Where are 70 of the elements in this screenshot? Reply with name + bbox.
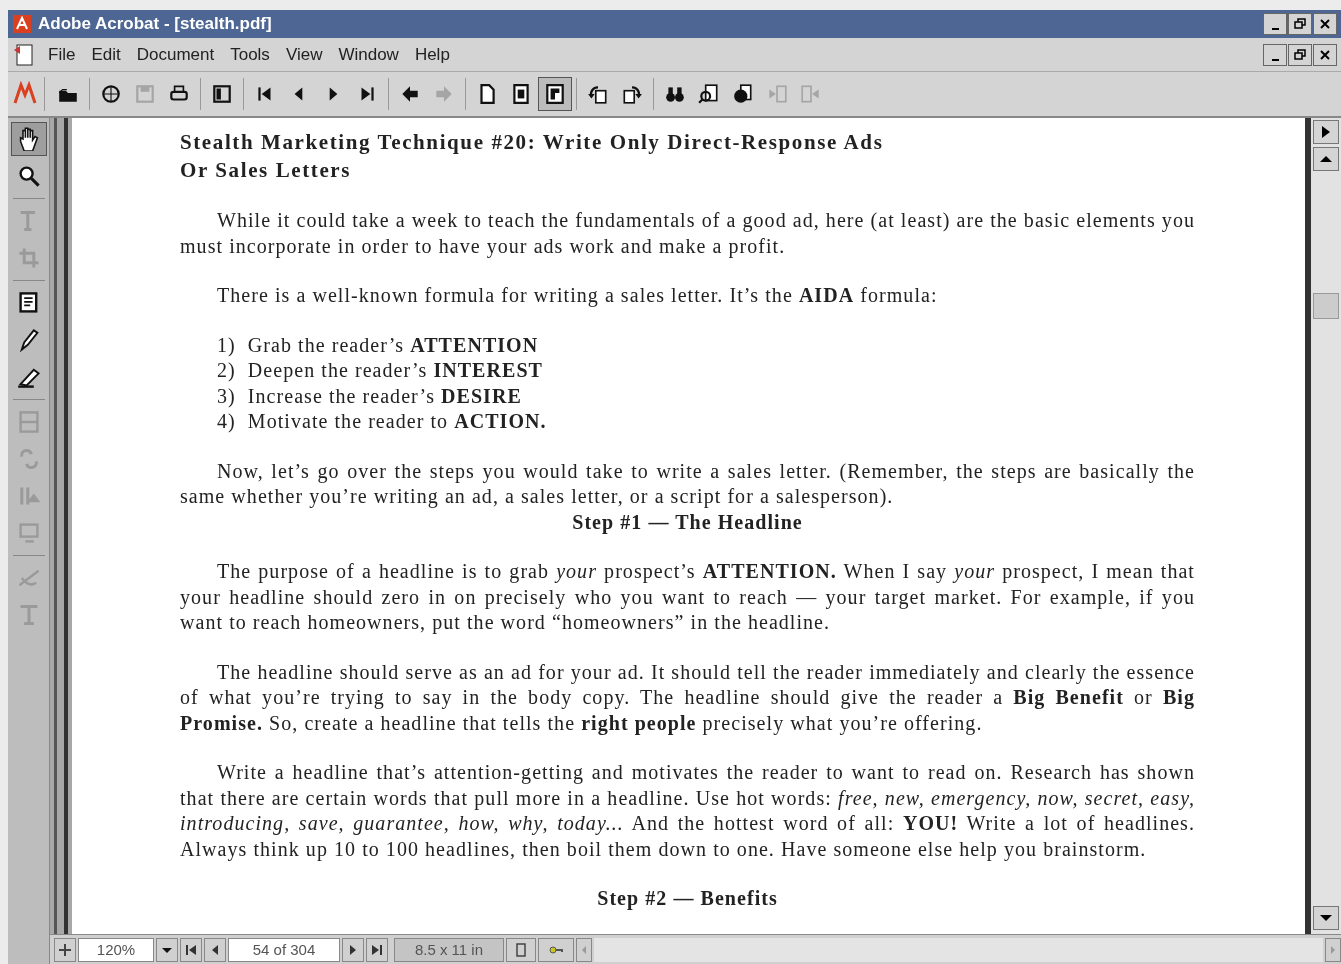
list-item: 1) Grab the reader’s ATTENTION	[217, 332, 540, 358]
restore-icon	[1293, 47, 1307, 62]
scroll-up-button[interactable]	[1313, 147, 1339, 171]
page-icon	[510, 83, 532, 105]
page-arrow-icon	[766, 83, 788, 105]
form-icon	[16, 410, 41, 434]
zoom-icon	[16, 164, 41, 188]
globe-icon	[100, 83, 122, 105]
menu-item[interactable]: View	[279, 41, 329, 68]
rotate-left-icon	[587, 83, 609, 105]
page-number-field[interactable]: 54 of 304	[228, 937, 340, 962]
paragraph: The headline should serve as an ad for your ad. It should tell the reader immediately and clearly the essence of what you’re trying to say in the body copy. The headline should give the reader a Big Benefit or Big Promise. So, create a headline that tells the right people precisely what you’re offering.	[180, 659, 1195, 736]
minimize-button[interactable]	[1263, 13, 1287, 35]
close-icon	[1318, 17, 1332, 31]
menu-item[interactable]: Help	[408, 41, 456, 68]
menu-item[interactable]: File	[42, 41, 82, 68]
first-page-icon	[184, 942, 198, 957]
minimize-icon	[1271, 58, 1279, 61]
zoom-dropdown-button[interactable]	[156, 937, 178, 962]
paragraph: The purpose of a headline is to grab your prospect’s ATTENTION. When I say your prospect, I mean that your headline should zero in on precisely who you want to reach — your target market. For example, if you want to reach homeowners, put the word “homeowners” in the headline.	[180, 559, 1195, 636]
scroll-down-button[interactable]	[1313, 906, 1339, 930]
previous-page-button[interactable]	[204, 937, 226, 962]
crop-icon	[16, 246, 41, 270]
split-arrow-button[interactable]	[1313, 120, 1339, 144]
menu-item[interactable]: Edit	[85, 41, 127, 68]
last-page-button[interactable]	[366, 937, 388, 962]
move-icon	[58, 942, 72, 957]
paragraph: Now, let’s go over the steps you would take to write a sales letter. (Remember, the steps are basically the same whether you’re writing an ad, a sales letter, or a script for a salesperson).	[180, 458, 1195, 510]
list-item: 4) Motivate the reader to ACTION.	[217, 409, 548, 434]
minimize-icon	[1271, 28, 1279, 30]
move-handle[interactable]	[54, 937, 76, 962]
list-item: 3) Increase the reader’s DESIRE	[217, 383, 523, 409]
page-layout-button[interactable]	[506, 937, 536, 962]
document-title: Stealth Marketing Technique #20: Write Only Direct-Response Ads	[180, 129, 885, 156]
close-icon	[1318, 47, 1332, 62]
next-page-button[interactable]	[342, 937, 364, 962]
last-page-icon	[370, 942, 384, 957]
close-button[interactable]	[1313, 13, 1337, 35]
menu-item[interactable]: Window	[332, 41, 405, 68]
rotate-right-icon	[621, 83, 643, 105]
tool-button[interactable]	[10, 122, 47, 156]
list-item: 2) Deepen the reader’s INTEREST	[217, 358, 544, 384]
panel-icon	[211, 83, 233, 105]
restore-button[interactable]	[1288, 43, 1312, 66]
scroll-thumb[interactable]	[1313, 293, 1339, 319]
down-triangle-icon	[1320, 914, 1332, 922]
page-icon	[544, 83, 566, 105]
close-button[interactable]	[1313, 43, 1337, 66]
search-document-icon	[698, 83, 720, 105]
menu-item[interactable]: Tools	[224, 41, 276, 68]
page-arrow-icon	[800, 83, 822, 105]
restore-button[interactable]	[1288, 13, 1312, 35]
zoom-field[interactable]: 120%	[78, 937, 154, 962]
minimize-button[interactable]	[1263, 43, 1287, 66]
section-heading: Step #2 — Benefits	[596, 886, 779, 912]
window-title: Adobe Acrobat - [stealth.pdf]	[38, 13, 272, 36]
page-icon	[514, 942, 528, 957]
restore-icon	[1293, 17, 1307, 31]
paragraph: There is a well-known formula for writing a sales letter. It’s the AIDA formula:	[216, 283, 939, 309]
page-size-label: 8.5 x 11 in	[394, 937, 504, 962]
right-triangle-icon	[1321, 126, 1331, 138]
paragraph: Write a headline that’s attention-getting and motivates the reader to want to read on. Research has shown that there are certain words that pull more in a headline. Use hot words: free, new, emergency, now, secret, easy, introducing, save, guarantee, how, why, today... And the hottest word of all: YOU! Write a lot of headlines. Always think up 10 to 100 headlines, then boil them down to one. Have someone else help you brainstorm.	[180, 760, 1195, 862]
menu-item[interactable]: Document	[130, 41, 221, 68]
up-triangle-icon	[1320, 155, 1332, 163]
section-heading: Step #1 — The Headline	[571, 509, 804, 535]
toolbar-button[interactable]	[538, 77, 572, 111]
document-title: Or Sales Letters	[180, 157, 352, 184]
security-button[interactable]	[538, 937, 574, 962]
first-page-button[interactable]	[180, 937, 202, 962]
paragraph: While it could take a week to teach the fundamentals of a good ad, here (at least) are the basic elements you must incorporate in order to have your ads work and make a profit.	[180, 208, 1195, 259]
